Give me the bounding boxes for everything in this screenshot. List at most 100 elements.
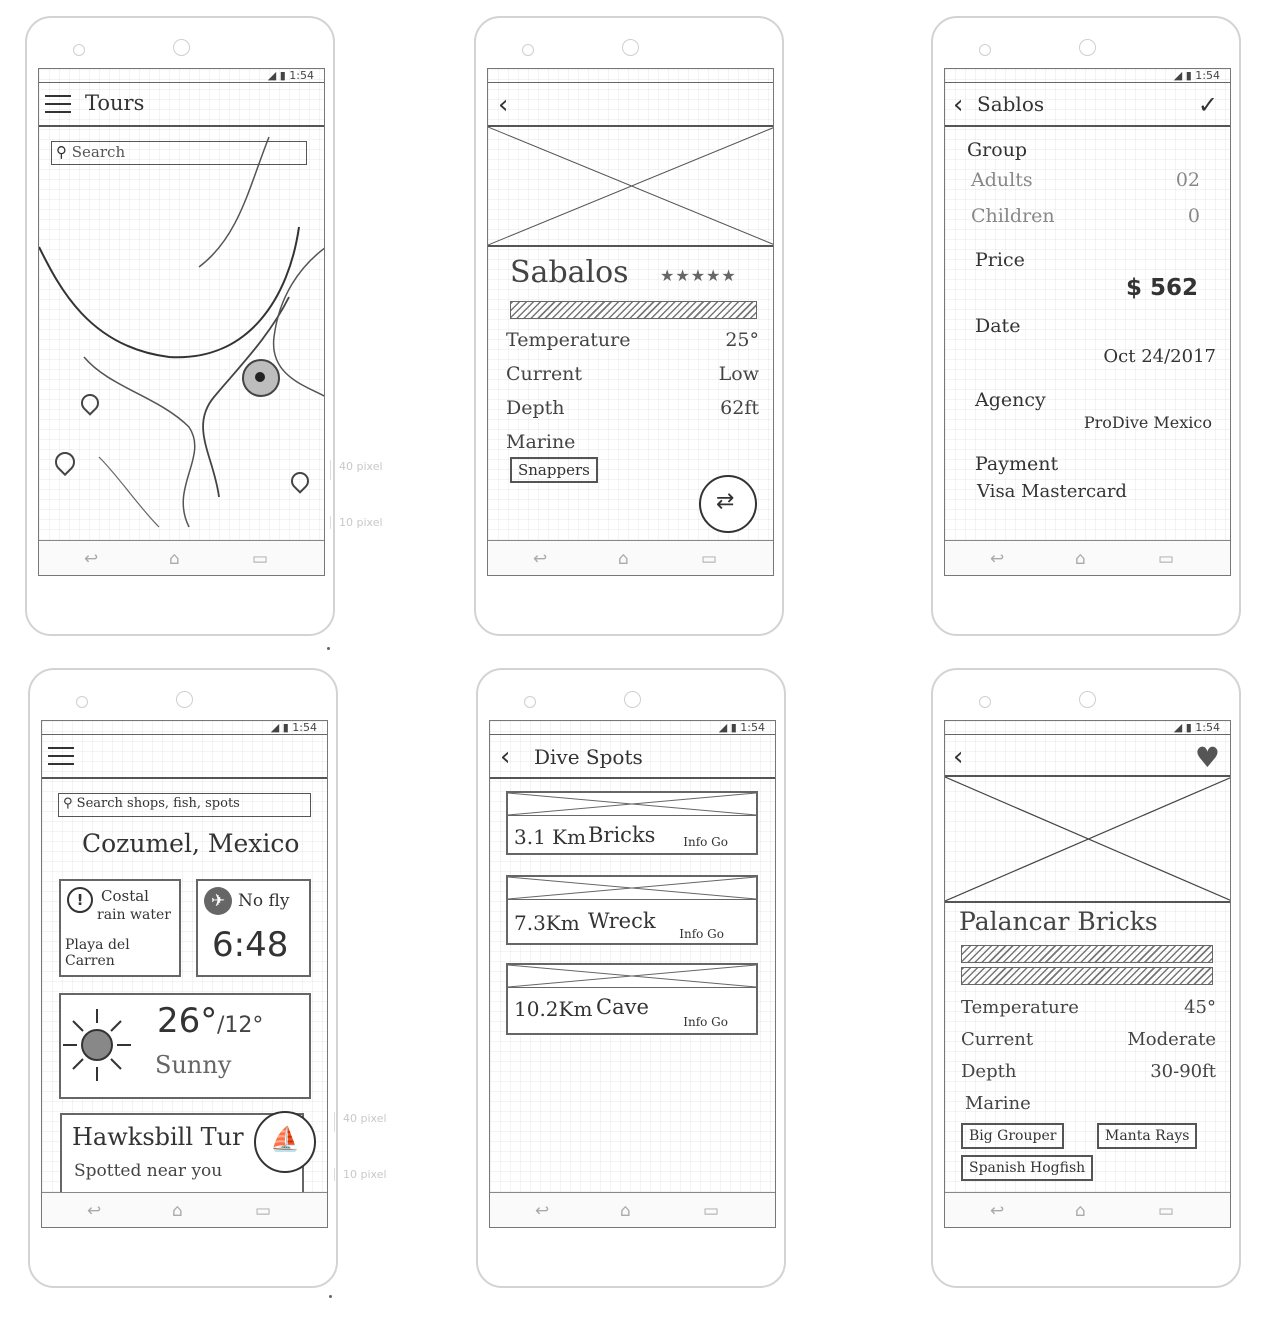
detail-row: Current Moderate — [961, 1029, 1216, 1050]
home-nav-icon[interactable]: ⌂ — [620, 1201, 631, 1221]
phone-frame-site-detail: ‹ Sabalos ★★★★★ Temperature 25° Current Lo… — [474, 16, 784, 636]
back-nav-icon[interactable]: ↩ — [990, 549, 1004, 569]
measure-annotation: 40 pixel — [334, 1112, 395, 1132]
back-chevron-icon[interactable]: ‹ — [500, 744, 510, 770]
marine-label: Marine — [965, 1093, 1031, 1114]
marine-chip[interactable]: Manta Rays — [1097, 1123, 1198, 1149]
agency-value[interactable]: ProDive Mexico — [1084, 413, 1212, 432]
weather-alert-card[interactable]: ! Costal rain water Playa del Carren — [59, 879, 181, 977]
no-fly-time: 6:48 — [212, 925, 289, 965]
weather-card[interactable]: 26° /12° Sunny — [59, 993, 311, 1099]
airplane-icon: ✈ — [204, 887, 232, 915]
back-nav-icon[interactable]: ↩ — [87, 1201, 101, 1221]
adults-row[interactable]: Adults 02 — [971, 169, 1200, 191]
home-nav-icon[interactable]: ⌂ — [169, 549, 180, 569]
site-name: Sabalos — [510, 255, 629, 290]
spot-actions[interactable]: Info Go — [683, 835, 728, 849]
recents-nav-icon[interactable]: ▭ — [703, 1201, 719, 1221]
status-bar: ◢ ▮ 1:54 — [39, 69, 324, 83]
detail-row: Current Low — [506, 363, 759, 385]
app-bar: ‹ Dive Spots — [490, 735, 775, 779]
adults-value: 02 — [1175, 169, 1200, 191]
no-fly-label: No fly — [238, 891, 290, 911]
measure-annotation: 40 pixel — [330, 460, 391, 480]
home-nav-icon[interactable]: ⌂ — [618, 549, 629, 569]
favorite-heart-icon[interactable]: ♥ — [1195, 741, 1220, 774]
alert-title: Costal — [101, 887, 149, 905]
system-nav-bar: ↩ ⌂ ▭ — [490, 1192, 775, 1227]
menu-icon[interactable] — [48, 747, 74, 767]
back-nav-icon[interactable]: ↩ — [84, 549, 98, 569]
children-row[interactable]: Children 0 — [971, 205, 1200, 227]
spot-name: Cave — [596, 995, 649, 1019]
marine-chip[interactable]: Snappers — [510, 457, 598, 483]
recents-nav-icon[interactable]: ▭ — [1158, 549, 1174, 569]
sensor-dot — [76, 696, 88, 708]
home-nav-icon[interactable]: ⌂ — [1075, 549, 1086, 569]
no-fly-card[interactable]: ✈ No fly 6:48 — [196, 879, 311, 977]
spot-actions[interactable]: Info Go — [679, 927, 724, 941]
sun-icon — [63, 1009, 131, 1081]
date-value[interactable]: Oct 24/2017 — [1103, 346, 1216, 367]
recents-nav-icon[interactable]: ▭ — [252, 549, 268, 569]
thumbnail-placeholder — [508, 793, 756, 816]
sensor-dot — [979, 44, 991, 56]
paper-speck — [329, 1295, 332, 1298]
detail-row: Depth 62ft — [506, 397, 759, 419]
weather-condition: Sunny — [155, 1051, 232, 1079]
recents-nav-icon[interactable]: ▭ — [1158, 1201, 1174, 1221]
phone-frame-spot-detail: ◢ ▮ 1:54 ‹ ♥ Palancar Bricks Temperature… — [931, 668, 1241, 1288]
system-nav-bar: ↩ ⌂ ▭ — [39, 540, 324, 575]
menu-icon[interactable] — [45, 95, 71, 115]
app-bar: ‹ ♥ — [945, 735, 1230, 779]
app-bar — [42, 735, 327, 779]
description-placeholder — [510, 301, 757, 319]
home-nav-icon[interactable]: ⌂ — [1075, 1201, 1086, 1221]
system-nav-bar: ↩ ⌂ ▭ — [945, 540, 1230, 575]
back-chevron-icon[interactable]: ‹ — [953, 744, 963, 770]
thumbnail-placeholder — [508, 877, 756, 900]
list-item[interactable]: 3.1 Km Bricks Info Go — [506, 791, 758, 855]
current-location-marker[interactable] — [242, 359, 280, 397]
system-nav-bar: ↩ ⌂ ▭ — [945, 1192, 1230, 1227]
spot-actions[interactable]: Info Go — [683, 1015, 728, 1029]
dive-log-button[interactable]: ⛵ — [254, 1111, 316, 1173]
map-view[interactable] — [39, 127, 325, 557]
back-chevron-icon[interactable]: ‹ — [498, 92, 508, 118]
directions-button[interactable]: ⇄ — [699, 475, 757, 533]
search-input[interactable]: ⚲ Search shops, fish, spots — [58, 793, 311, 817]
agency-label: Agency — [975, 389, 1046, 411]
list-item[interactable]: 7.3Km Wreck Info Go — [506, 875, 758, 945]
spot-distance: 3.1 Km — [514, 825, 587, 849]
location-title: Cozumel, Mexico — [82, 829, 300, 858]
back-nav-icon[interactable]: ↩ — [990, 1201, 1004, 1221]
home-nav-icon[interactable]: ⌂ — [172, 1201, 183, 1221]
status-time: 1:54 — [740, 721, 765, 734]
measure-annotation: 10 pixel — [334, 1168, 387, 1181]
recents-nav-icon[interactable]: ▭ — [701, 549, 717, 569]
alert-subtitle: rain water — [97, 907, 171, 923]
site-name: Palancar Bricks — [959, 907, 1158, 936]
marine-chip[interactable]: Big Grouper — [961, 1123, 1065, 1149]
detail-row: Temperature 25° — [506, 329, 759, 351]
marine-chip[interactable]: Spanish Hogfish — [961, 1155, 1094, 1181]
diver-icon: ⛵ — [270, 1125, 300, 1153]
camera-lens — [1079, 691, 1096, 708]
back-chevron-icon[interactable]: ‹ — [953, 92, 963, 118]
back-nav-icon[interactable]: ↩ — [533, 549, 547, 569]
price-value: $ 562 — [1125, 275, 1198, 301]
back-nav-icon[interactable]: ↩ — [535, 1201, 549, 1221]
list-item[interactable]: 10.2Km Cave Info Go — [506, 963, 758, 1035]
description-placeholder — [961, 945, 1213, 963]
alert-location: Playa del Carren — [65, 937, 130, 969]
confirm-check-icon[interactable]: ✓ — [1198, 91, 1218, 119]
status-time: 1:54 — [1195, 721, 1220, 734]
image-placeholder — [488, 127, 773, 247]
date-label: Date — [975, 315, 1021, 337]
group-label: Group — [967, 139, 1028, 161]
payment-value[interactable]: Visa Mastercard — [977, 481, 1127, 502]
recents-nav-icon[interactable]: ▭ — [255, 1201, 271, 1221]
page-title: Dive Spots — [534, 745, 643, 769]
phone-frame-booking: ◢ ▮ 1:54 ‹ Sablos ✓ Group Adults 02 Child… — [931, 16, 1241, 636]
spot-distance: 10.2Km — [514, 997, 593, 1021]
